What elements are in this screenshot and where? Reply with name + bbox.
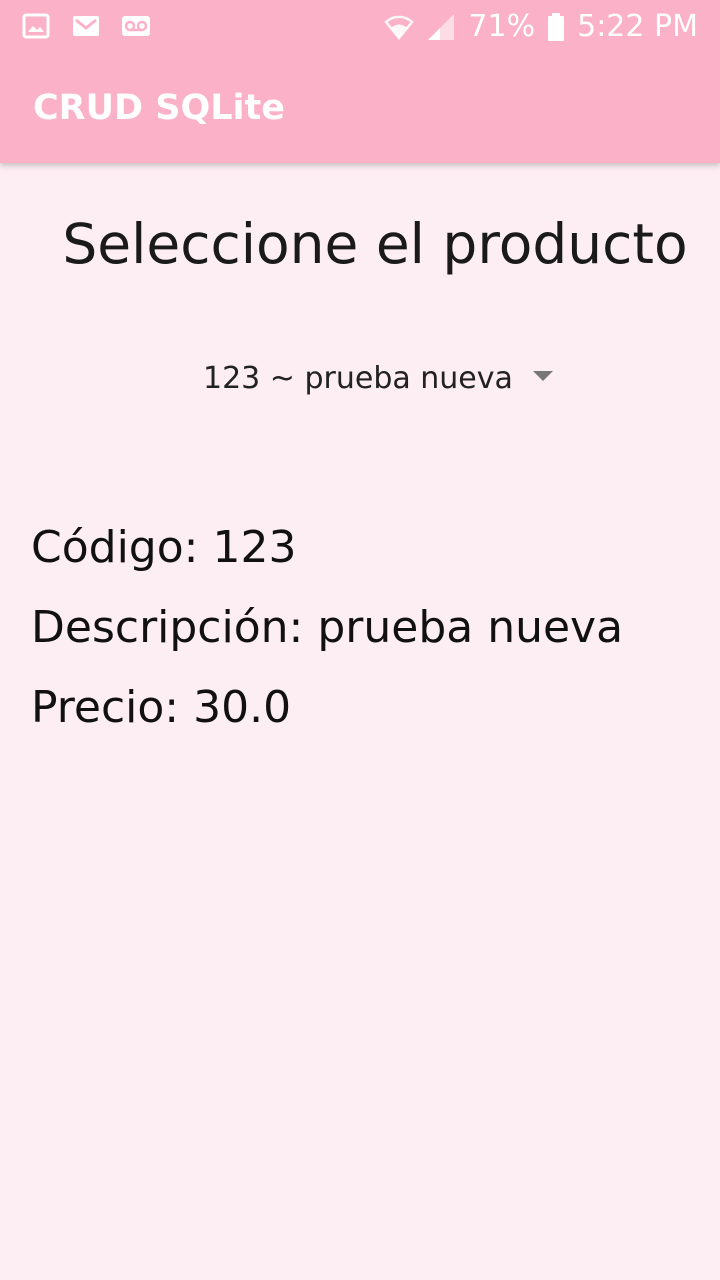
voicemail-icon (122, 16, 150, 36)
image-icon (22, 13, 50, 39)
dropdown-arrow-icon (532, 371, 553, 381)
precio-label: Precio: 30.0 (31, 682, 292, 733)
battery-icon (548, 13, 565, 41)
system-icons: 71% 5:22 PM (384, 8, 698, 46)
gmail-icon (73, 16, 99, 36)
product-spinner[interactable]: 123 ~ prueba nueva (203, 359, 553, 399)
clock: 5:22 PM (577, 9, 698, 44)
app-title: CRUD SQLite (33, 88, 286, 128)
signal-icon (428, 14, 455, 40)
status-bar: 71% 5:22 PM (0, 0, 720, 56)
app-bar: 71% 5:22 PM CRUD SQLite (0, 0, 720, 163)
notification-icons (22, 12, 150, 40)
spinner-selected-value: 123 ~ prueba nueva (203, 361, 513, 396)
codigo-label: Código: 123 (31, 522, 297, 573)
descripcion-label: Descripción: prueba nueva (31, 602, 624, 653)
wifi-icon (384, 15, 415, 40)
page-heading: Seleccione el producto (62, 212, 688, 276)
battery-percent: 71% (468, 9, 536, 44)
main-content: Seleccione el producto 123 ~ prueba nuev… (0, 163, 720, 1280)
